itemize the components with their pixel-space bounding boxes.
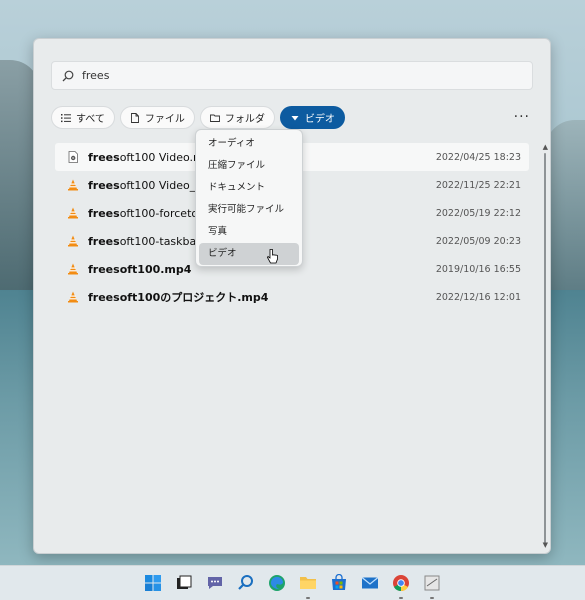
- vlc-icon: [68, 263, 78, 275]
- result-name: freesoft100のプロジェクト.mp4: [88, 291, 269, 304]
- filter-folder-label: フォルダ: [224, 114, 265, 125]
- result-name: freesoft100 Video_2: [88, 178, 203, 192]
- result-row[interactable]: freesoft100のプロジェクト.mp4 2022/12/16 12:01: [55, 283, 529, 311]
- mail-icon: [361, 577, 379, 589]
- chrome-button[interactable]: [390, 572, 412, 599]
- result-date: 2022/05/09 20:23: [435, 235, 521, 247]
- dropdown-option-document[interactable]: ドキュメント: [199, 177, 299, 199]
- result-name: freesoft100 Video.m: [88, 150, 204, 164]
- filter-folder-chip[interactable]: フォルダ: [199, 106, 275, 129]
- result-name: freesoft100-taskbar1: [88, 234, 208, 248]
- running-indicator: [399, 597, 403, 599]
- store-button[interactable]: [328, 572, 350, 594]
- folder-icon: [209, 114, 220, 122]
- filter-video-chip[interactable]: ビデオ: [279, 106, 345, 129]
- taskbar: [0, 565, 585, 600]
- app-icon: [424, 575, 440, 591]
- dropdown-option-video[interactable]: ビデオ: [199, 243, 299, 265]
- dropdown-option-archive[interactable]: 圧縮ファイル: [199, 155, 299, 177]
- more-options-button[interactable]: ···: [514, 109, 530, 125]
- dropdown-option-executable[interactable]: 実行可能ファイル: [199, 199, 299, 221]
- dropdown-option-photo[interactable]: 写真: [199, 221, 299, 243]
- result-date: 2022/12/16 12:01: [435, 291, 521, 303]
- file-type-dropdown: オーディオ 圧縮ファイル ドキュメント 実行可能ファイル 写真 ビデオ: [195, 129, 303, 267]
- search-icon: [238, 575, 253, 590]
- vlc-icon: [68, 179, 78, 191]
- task-view-button[interactable]: [173, 572, 195, 594]
- edge-button[interactable]: [266, 572, 288, 594]
- search-icon: [62, 70, 74, 81]
- scroll-up-arrow[interactable]: ▲: [543, 143, 548, 151]
- start-icon: [145, 575, 161, 591]
- search-input[interactable]: [82, 69, 482, 82]
- task-view-icon: [177, 575, 192, 589]
- running-indicator: [306, 597, 310, 599]
- file-icon: [130, 112, 139, 123]
- filter-video-label: ビデオ: [304, 114, 335, 125]
- teams-chat-button[interactable]: [204, 572, 226, 594]
- start-button[interactable]: [142, 572, 164, 594]
- mail-button[interactable]: [359, 572, 381, 594]
- filter-chips: すべて ファイル フォルダ ビデオ: [51, 106, 345, 130]
- file-explorer-button[interactable]: [297, 572, 319, 599]
- result-date: 2022/11/25 22:21: [435, 179, 521, 191]
- store-icon: [332, 574, 346, 590]
- result-name: freesoft100.mp4: [88, 262, 192, 276]
- vlc-icon: [68, 235, 78, 247]
- teams-chat-icon: [208, 577, 222, 589]
- background-hill-right: [545, 120, 585, 300]
- mouse-cursor-icon: [267, 249, 278, 264]
- search-panel: すべて ファイル フォルダ ビデオ ···: [33, 38, 551, 554]
- dropdown-option-audio[interactable]: オーディオ: [199, 133, 299, 155]
- filter-file-chip[interactable]: ファイル: [119, 106, 195, 129]
- result-date: 2019/10/16 16:55: [435, 263, 521, 275]
- edge-icon: [269, 575, 285, 591]
- search-box[interactable]: [51, 61, 533, 90]
- app-button[interactable]: [421, 572, 443, 599]
- taskbar-search-button[interactable]: [235, 572, 257, 594]
- scrollbar[interactable]: [544, 153, 546, 543]
- chrome-icon: [393, 575, 409, 592]
- file-explorer-icon: [300, 577, 316, 589]
- vlc-icon: [68, 207, 78, 219]
- vlc-icon: [68, 291, 78, 303]
- running-indicator: [430, 597, 434, 599]
- chevron-down-icon: [291, 115, 299, 120]
- result-name: freesoft100-forcetoc: [88, 206, 205, 220]
- result-date: 2022/04/25 18:23: [435, 151, 521, 163]
- scroll-down-arrow[interactable]: ▼: [543, 541, 548, 549]
- filter-file-label: ファイル: [144, 114, 185, 125]
- list-icon: [61, 113, 71, 122]
- video-file-icon: [68, 151, 78, 163]
- result-date: 2022/05/19 22:12: [435, 207, 521, 219]
- filter-all-chip[interactable]: すべて: [51, 106, 115, 129]
- filter-all-label: すべて: [76, 114, 105, 125]
